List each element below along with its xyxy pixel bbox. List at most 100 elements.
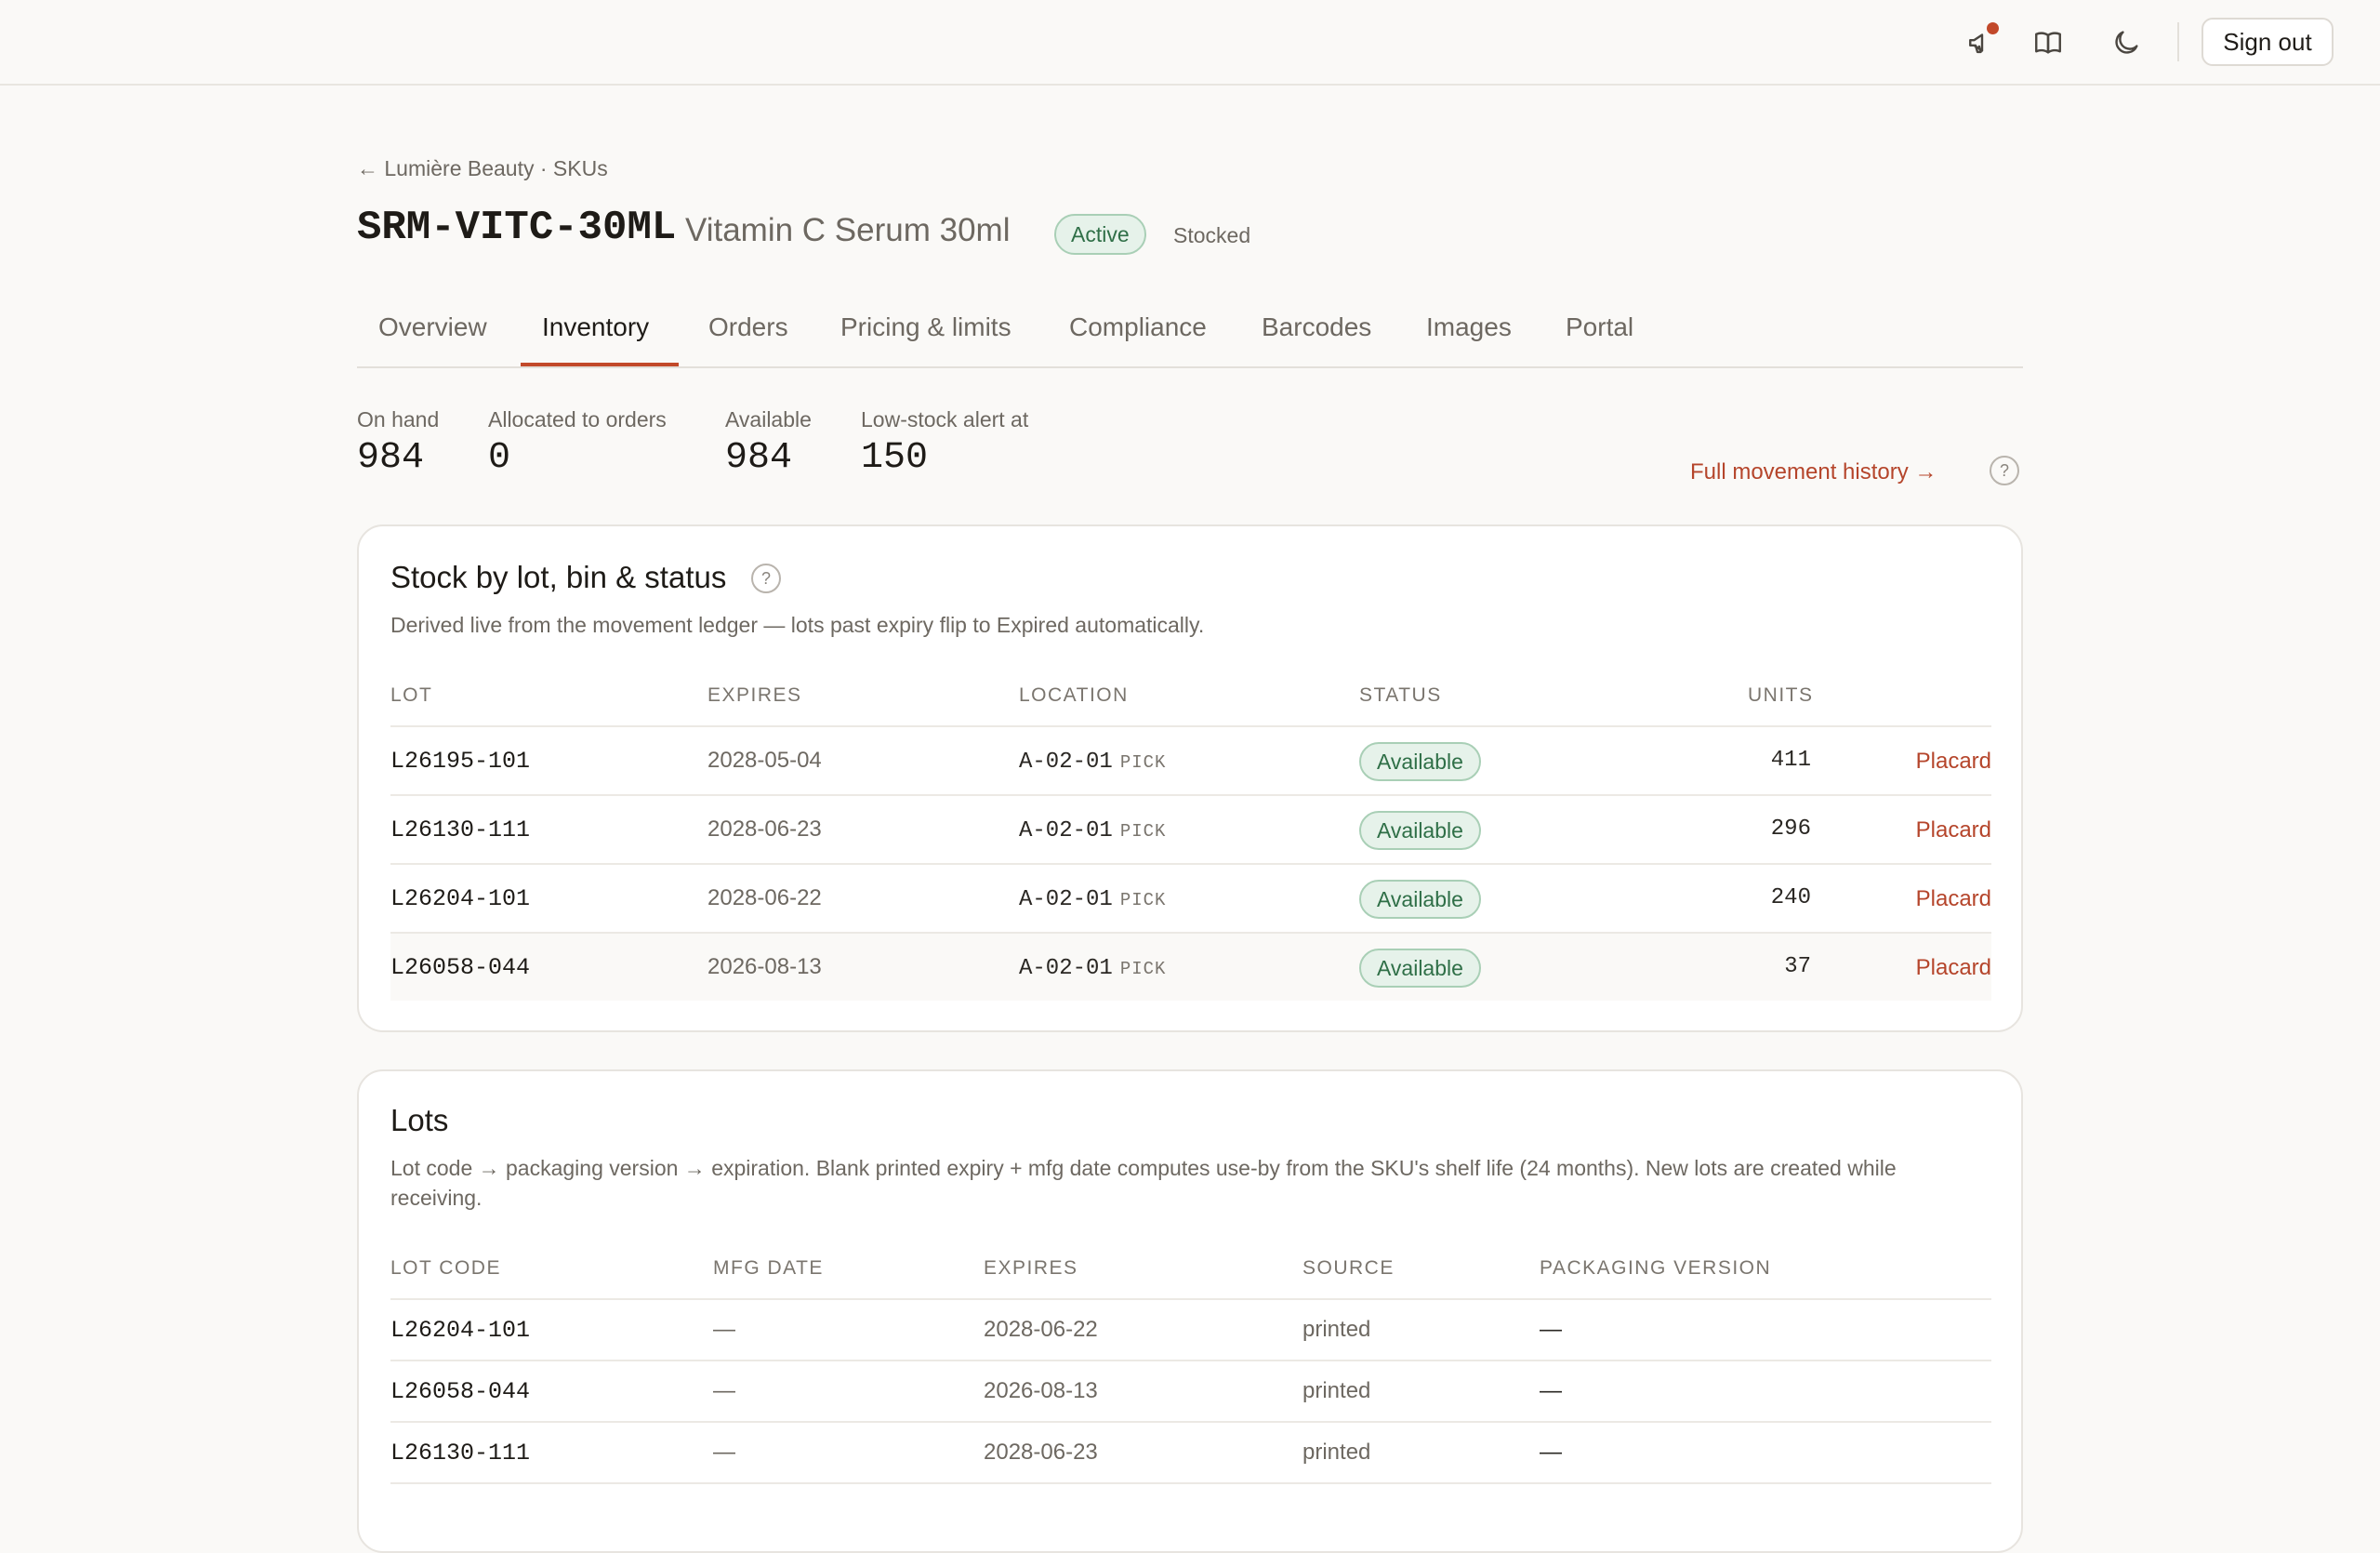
placard-link[interactable]: Placard	[1916, 886, 1991, 912]
packaging-version-cell: —	[1540, 1440, 1562, 1465]
table-row: L26058-044 2026-08-13 A-02-01 PICK Availa…	[390, 932, 1991, 1001]
topbar-divider	[2177, 22, 2179, 61]
column-header: LOT CODE	[390, 1257, 501, 1279]
tab-barcodes[interactable]: Barcodes	[1262, 312, 1371, 366]
mfg-date-cell: —	[713, 1317, 735, 1342]
lot-cell: L26204-101	[390, 885, 531, 912]
stat-available-value: 984	[725, 437, 793, 479]
lot-cell: L26195-101	[390, 748, 531, 775]
expires-cell: 2028-06-22	[707, 885, 822, 910]
breadcrumb[interactable]: ← Lumière Beauty · SKUs	[357, 156, 608, 181]
announcements-button[interactable]	[1964, 22, 2001, 61]
stat-on-hand-value: 984	[357, 437, 425, 479]
expires-cell: 2028-06-23	[707, 816, 822, 842]
expires-cell: 2028-06-23	[984, 1440, 1098, 1465]
location-cell: A-02-01 PICK	[1019, 816, 1166, 843]
expires-cell: 2028-05-04	[707, 748, 822, 773]
theme-toggle-button[interactable]	[2108, 24, 2145, 61]
status-badge: Available	[1359, 880, 1481, 919]
lot-code-cell: L26130-111	[390, 1440, 531, 1467]
placard-link[interactable]: Placard	[1916, 955, 1991, 981]
expires-cell: 2026-08-13	[984, 1378, 1098, 1403]
active-tab-indicator	[521, 363, 679, 366]
column-header: LOCATION	[1019, 684, 1129, 706]
tab-orders[interactable]: Orders	[708, 312, 788, 366]
tab-pricing-limits[interactable]: Pricing & limits	[840, 312, 1012, 366]
help-icon[interactable]: ?	[751, 564, 781, 593]
notification-dot	[1987, 22, 1999, 34]
table-row: L26195-101 2028-05-04 A-02-01 PICK Availa…	[390, 725, 1991, 794]
bin-type: PICK	[1119, 752, 1167, 773]
units-cell: 411	[1770, 748, 1811, 773]
stat-allocated-value: 0	[488, 437, 511, 479]
lot-code-cell: L26058-044	[390, 1378, 531, 1405]
lot-cell: L26058-044	[390, 954, 531, 981]
card-description: Derived live from the movement ledger — …	[390, 613, 1205, 637]
column-header: EXPIRES	[984, 1257, 1078, 1279]
tab-compliance[interactable]: Compliance	[1069, 312, 1207, 366]
placard-link[interactable]: Placard	[1916, 817, 1991, 843]
column-header: MFG DATE	[713, 1257, 824, 1279]
full-movement-history-link[interactable]: Full movement history →	[1690, 459, 1937, 485]
docs-button[interactable]	[2030, 24, 2067, 61]
location-cell: A-02-01 PICK	[1019, 885, 1166, 912]
location-cell: A-02-01 PICK	[1019, 748, 1166, 775]
source-cell: printed	[1302, 1378, 1371, 1403]
stat-low-stock-label: Low-stock alert at	[861, 407, 1029, 431]
packaging-version-cell: —	[1540, 1378, 1562, 1403]
bin-type: PICK	[1119, 890, 1167, 910]
sku-code: SRM-VITC-30ML	[357, 205, 677, 251]
lot-cell: L26130-111	[390, 816, 531, 843]
table-row: L26204-101 2028-06-22 A-02-01 PICK Availa…	[390, 863, 1991, 932]
units-cell: 240	[1770, 885, 1811, 910]
table-row: L26204-101 — 2028-06-22 printed —	[390, 1298, 1991, 1360]
lot-code-cell: L26204-101	[390, 1317, 531, 1344]
table-row: L26130-111 2028-06-23 A-02-01 PICK Availa…	[390, 794, 1991, 863]
bin-code: A-02-01	[1019, 750, 1113, 775]
mfg-date-cell: —	[713, 1378, 735, 1403]
bin-type: PICK	[1119, 821, 1167, 842]
table-row: L26130-111 — 2028-06-23 printed —	[390, 1421, 1991, 1482]
card-description: Lot code → packaging version → expiratio…	[390, 1156, 1897, 1210]
row-divider	[390, 1482, 1991, 1484]
location-cell: A-02-01 PICK	[1019, 954, 1166, 981]
status-badge: Available	[1359, 949, 1481, 988]
stat-allocated-label: Allocated to orders	[488, 407, 667, 431]
status-badge: Available	[1359, 742, 1481, 781]
column-header: LOT	[390, 684, 433, 706]
expires-cell: 2026-08-13	[707, 954, 822, 979]
stat-available-label: Available	[725, 407, 812, 431]
lots-card: Lots Lot code → packaging version → expi…	[357, 1069, 2023, 1553]
tab-images[interactable]: Images	[1426, 312, 1512, 366]
status-badge: Available	[1359, 811, 1481, 850]
units-cell: 296	[1770, 816, 1811, 842]
bin-type: PICK	[1119, 959, 1167, 979]
moon-icon	[2115, 31, 2138, 54]
column-header: PACKAGING VERSION	[1540, 1257, 1772, 1279]
packaging-version-cell: —	[1540, 1317, 1562, 1342]
source-cell: printed	[1302, 1317, 1371, 1342]
bin-code: A-02-01	[1019, 887, 1113, 912]
tab-bar: Overview Inventory Orders Pricing & limi…	[357, 294, 2023, 368]
placard-link[interactable]: Placard	[1916, 749, 1991, 775]
tab-inventory[interactable]: Inventory	[542, 312, 649, 366]
units-cell: 37	[1784, 954, 1811, 979]
status-badge: Active	[1054, 214, 1146, 255]
expires-cell: 2028-06-22	[984, 1317, 1098, 1342]
card-title: Lots	[390, 1103, 449, 1137]
sign-out-button[interactable]: Sign out	[2202, 18, 2334, 66]
column-header: SOURCE	[1302, 1257, 1395, 1279]
column-header: EXPIRES	[707, 684, 802, 706]
column-header: UNITS	[1748, 684, 1814, 706]
tab-portal[interactable]: Portal	[1566, 312, 1633, 366]
top-bar: Sign out	[0, 0, 2380, 86]
help-icon[interactable]: ?	[1990, 456, 2019, 485]
table-row: L26058-044 — 2026-08-13 printed —	[390, 1360, 1991, 1421]
tab-overview[interactable]: Overview	[378, 312, 487, 366]
stock-by-lot-card: Stock by lot, bin & status ? Derived liv…	[357, 524, 2023, 1032]
source-cell: printed	[1302, 1440, 1371, 1465]
stat-low-stock-value: 150	[861, 437, 929, 479]
stat-on-hand-label: On hand	[357, 407, 440, 431]
sku-name: Vitamin C Serum 30ml	[685, 212, 1011, 248]
card-title: Stock by lot, bin & status	[390, 560, 727, 594]
